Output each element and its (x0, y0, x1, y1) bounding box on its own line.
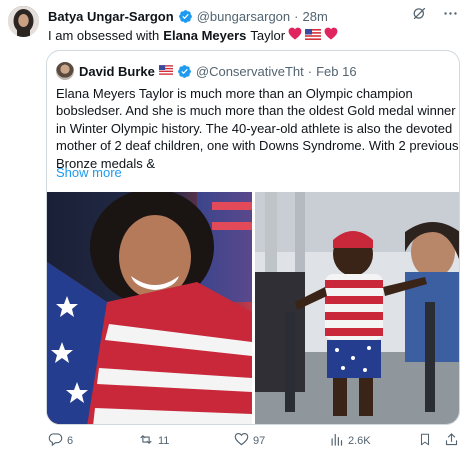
like-count: 97 (253, 434, 266, 447)
heart-icon (288, 27, 302, 43)
media-image-child-flag-outfit[interactable] (255, 192, 459, 424)
like-icon (234, 432, 249, 449)
more-icon[interactable] (442, 5, 459, 27)
verified-badge-icon (177, 64, 192, 79)
author-avatar[interactable] (8, 6, 39, 37)
reply-button[interactable]: 6 (48, 432, 73, 450)
share-button[interactable] (444, 432, 459, 450)
author-name[interactable]: Batya Ungar-Sargon (48, 9, 174, 24)
author-handle[interactable]: @bungarsargon (197, 9, 290, 24)
tweet-text: I am obsessed with Elana Meyers Taylor (48, 27, 338, 43)
action-bar: 6 11 97 2.6K (48, 432, 462, 450)
like-button[interactable]: 97 (234, 432, 265, 449)
tweet-card[interactable]: Batya Ungar-Sargon @bungarsargon · 28m I… (0, 0, 471, 457)
us-flag-icon (158, 62, 173, 80)
separator-dot: · (294, 8, 299, 24)
quoted-text-line: bobsledser. And she is much more than th… (56, 103, 456, 119)
share-icon (444, 432, 459, 450)
quoted-tweet[interactable]: David Burke @ConservativeTht · Feb 16 El… (46, 50, 460, 425)
quoted-text-line: in Winter Olympic history. The 40-year-o… (56, 120, 453, 136)
show-more-link[interactable]: Show more (56, 165, 122, 180)
quoted-author-name[interactable]: David Burke (79, 64, 155, 79)
tweet-text-bold: Elana Meyers (163, 27, 247, 43)
repost-count: 11 (158, 435, 170, 447)
reply-icon (48, 432, 63, 450)
bookmark-icon (418, 432, 432, 450)
quoted-tweet-header: David Burke @ConservativeTht · Feb 16 (56, 62, 357, 80)
media-image-athlete-flag[interactable] (47, 192, 252, 424)
bookmark-button[interactable] (418, 432, 432, 450)
view-count: 2.6K (348, 435, 371, 447)
quoted-author-avatar[interactable] (56, 62, 74, 80)
quoted-text-line: Elana Meyers Taylor is much more than an… (56, 86, 413, 101)
heart-icon (324, 27, 338, 43)
quoted-tweet-text: Elana Meyers Taylor is much more than an… (56, 85, 459, 172)
timestamp[interactable]: 28m (302, 9, 327, 24)
us-flag-icon (305, 28, 322, 43)
tweet-text-end: Taylor (250, 27, 286, 43)
repost-icon (138, 432, 154, 450)
tweet-text-start: I am obsessed with (48, 27, 160, 43)
quoted-text-line: mother of 2 deaf children, one with Down… (56, 138, 459, 154)
quoted-date[interactable]: Feb 16 (316, 64, 356, 79)
quoted-author-handle[interactable]: @ConservativeTht (196, 64, 304, 79)
views-button[interactable]: 2.6K (329, 432, 371, 450)
views-icon (329, 432, 344, 450)
reply-count: 6 (67, 435, 74, 447)
repost-button[interactable]: 11 (138, 432, 169, 450)
tweet-header: Batya Ungar-Sargon @bungarsargon · 28m (48, 7, 459, 25)
verified-badge-icon (178, 9, 193, 24)
separator-dot: · (307, 63, 313, 79)
grok-icon[interactable] (411, 5, 428, 27)
